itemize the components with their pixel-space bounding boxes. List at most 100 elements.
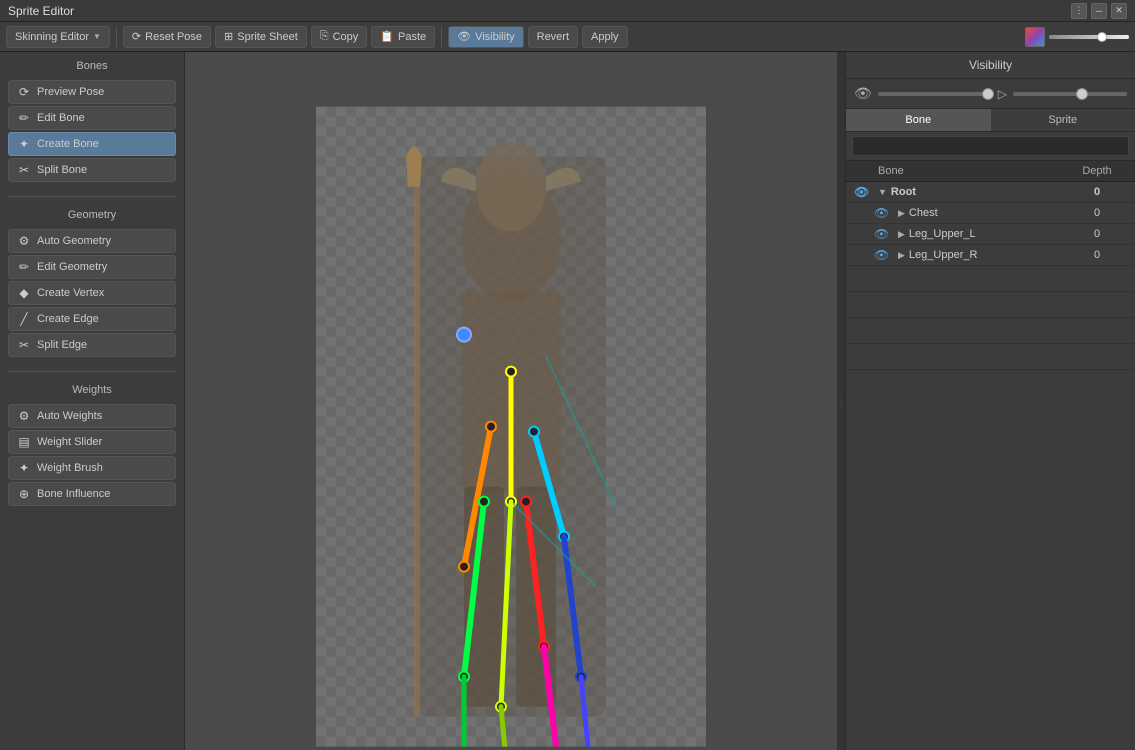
visibility-button[interactable]: 👁 Visibility bbox=[448, 26, 524, 48]
apply-button[interactable]: Apply bbox=[582, 26, 628, 48]
reset-pose-button[interactable]: ⟳ Reset Pose bbox=[123, 26, 211, 48]
sprite-sheet-icon: ⊞ bbox=[224, 30, 233, 43]
create-vertex-icon: ◆ bbox=[17, 286, 31, 300]
bone-row-empty-1 bbox=[846, 266, 1135, 292]
weight-slider-button[interactable]: ▤ Weight Slider bbox=[8, 430, 176, 454]
minimize-button[interactable]: ─ bbox=[1091, 3, 1107, 19]
toolbar-slider[interactable] bbox=[1049, 35, 1129, 39]
dropdown-arrow-icon: ▼ bbox=[93, 32, 101, 41]
divider-1 bbox=[8, 196, 176, 197]
bone-influence-label: Bone Influence bbox=[37, 488, 110, 500]
edit-bone-label: Edit Bone bbox=[37, 112, 85, 124]
reset-pose-icon: ⟳ bbox=[132, 30, 141, 43]
divider-2 bbox=[8, 371, 176, 372]
bone-depth-leg-upper-r: 0 bbox=[1067, 249, 1127, 261]
eye-toggle-root[interactable]: 👁 bbox=[854, 185, 878, 199]
bone-row-leg-upper-l[interactable]: 👁 ▶ Leg_Upper_L 0 bbox=[846, 224, 1135, 245]
bone-row-empty-2 bbox=[846, 292, 1135, 318]
eye-toggle-leg-upper-r[interactable]: 👁 bbox=[874, 248, 898, 262]
right-panel: Visibility 👁 ▷ Bone Sprite bbox=[845, 52, 1135, 750]
paste-icon: 📋 bbox=[380, 30, 394, 43]
bone-depth-leg-upper-l: 0 bbox=[1067, 228, 1127, 240]
preview-pose-icon: ⟳ bbox=[17, 85, 31, 99]
bone-row-empty-3 bbox=[846, 318, 1135, 344]
toolbar: Skinning Editor ▼ ⟳ Reset Pose ⊞ Sprite … bbox=[0, 22, 1135, 52]
edit-geometry-label: Edit Geometry bbox=[37, 261, 107, 273]
edit-bone-icon: ✏ bbox=[17, 111, 31, 125]
separator-2 bbox=[441, 27, 442, 47]
close-button[interactable]: ✕ bbox=[1111, 3, 1127, 19]
slider-thumb[interactable] bbox=[1097, 32, 1107, 42]
skinning-editor-dropdown[interactable]: Skinning Editor ▼ bbox=[6, 26, 110, 48]
create-bone-label: Create Bone bbox=[37, 138, 99, 150]
copy-button[interactable]: ⎘ Copy bbox=[311, 26, 368, 48]
bone-overlay-svg bbox=[316, 107, 706, 747]
create-edge-label: Create Edge bbox=[37, 313, 99, 325]
auto-geometry-button[interactable]: ⚙ Auto Geometry bbox=[8, 229, 176, 253]
copy-icon: ⎘ bbox=[320, 30, 329, 43]
edit-geometry-button[interactable]: ✏ Edit Geometry bbox=[8, 255, 176, 279]
more-button[interactable]: ⋮ bbox=[1071, 3, 1087, 19]
bone-row-chest[interactable]: 👁 ▶ Chest 0 bbox=[846, 203, 1135, 224]
bone-table: Bone Depth 👁 ▼ Root 0 👁 ▶ Chest 0 bbox=[846, 161, 1135, 750]
create-edge-button[interactable]: ╱ Create Edge bbox=[8, 307, 176, 331]
auto-weights-icon: ⚙ bbox=[17, 409, 31, 423]
create-edge-icon: ╱ bbox=[17, 312, 31, 326]
create-bone-icon: ✦ bbox=[17, 137, 31, 151]
eye-toggle-leg-upper-l[interactable]: 👁 bbox=[874, 227, 898, 241]
weight-brush-icon: ✦ bbox=[17, 461, 31, 475]
edit-bone-button[interactable]: ✏ Edit Bone bbox=[8, 106, 176, 130]
bone-row-root[interactable]: 👁 ▼ Root 0 bbox=[846, 182, 1135, 203]
title-bar: Sprite Editor ⋮ ─ ✕ bbox=[0, 0, 1135, 22]
preview-pose-button[interactable]: ⟳ Preview Pose bbox=[8, 80, 176, 104]
tab-sprite[interactable]: Sprite bbox=[991, 109, 1135, 131]
title-bar-controls: ⋮ ─ ✕ bbox=[1071, 3, 1127, 19]
sprite-vis-slider[interactable] bbox=[1013, 92, 1127, 96]
bone-vis-slider[interactable] bbox=[878, 92, 992, 96]
canvas-area[interactable] bbox=[185, 52, 837, 750]
weight-brush-label: Weight Brush bbox=[37, 462, 103, 474]
skinning-editor-label: Skinning Editor bbox=[15, 31, 89, 43]
bone-vis-slider-thumb[interactable] bbox=[982, 88, 994, 100]
arrow-icon: ▷ bbox=[998, 87, 1007, 101]
sprite-canvas bbox=[316, 107, 706, 747]
bone-name-chest: ▶ Chest bbox=[898, 207, 1067, 219]
auto-geometry-icon: ⚙ bbox=[17, 234, 31, 248]
weights-section-title: Weights bbox=[8, 384, 176, 398]
bone-influence-icon: ⊕ bbox=[17, 487, 31, 501]
revert-button[interactable]: Revert bbox=[528, 26, 578, 48]
weight-slider-label: Weight Slider bbox=[37, 436, 102, 448]
slider-track bbox=[1049, 35, 1129, 39]
search-input[interactable] bbox=[852, 136, 1129, 156]
bone-name-root: ▼ Root bbox=[878, 186, 1067, 198]
expand-arrow-chest[interactable]: ▶ bbox=[898, 208, 905, 219]
expand-arrow-leg-upper-r[interactable]: ▶ bbox=[898, 250, 905, 261]
sprite-vis-slider-thumb[interactable] bbox=[1076, 88, 1088, 100]
bone-row-leg-upper-r[interactable]: 👁 ▶ Leg_Upper_R 0 bbox=[846, 245, 1135, 266]
title-bar-text: Sprite Editor bbox=[8, 4, 74, 18]
auto-weights-label: Auto Weights bbox=[37, 410, 102, 422]
split-bone-button[interactable]: ✂ Split Bone bbox=[8, 158, 176, 182]
split-edge-icon: ✂ bbox=[17, 338, 31, 352]
geometry-section-title: Geometry bbox=[8, 209, 176, 223]
create-bone-button[interactable]: ✦ Create Bone bbox=[8, 132, 176, 156]
create-vertex-button[interactable]: ◆ Create Vertex bbox=[8, 281, 176, 305]
expand-arrow-leg-upper-l[interactable]: ▶ bbox=[898, 229, 905, 240]
bone-influence-button[interactable]: ⊕ Bone Influence bbox=[8, 482, 176, 506]
paste-button[interactable]: 📋 Paste bbox=[371, 26, 435, 48]
tab-bone[interactable]: Bone bbox=[846, 109, 991, 131]
expand-arrow-root[interactable]: ▼ bbox=[878, 187, 887, 197]
collapse-handle[interactable]: ⋮ bbox=[837, 52, 845, 750]
left-panel: Bones ⟳ Preview Pose ✏ Edit Bone ✦ Creat… bbox=[0, 52, 185, 750]
eye-toggle-chest[interactable]: 👁 bbox=[874, 206, 898, 220]
edit-geometry-icon: ✏ bbox=[17, 260, 31, 274]
color-swatch[interactable] bbox=[1025, 27, 1045, 47]
col-depth-header: Depth bbox=[1067, 165, 1127, 177]
visibility-tabs: Bone Sprite bbox=[846, 109, 1135, 132]
auto-weights-button[interactable]: ⚙ Auto Weights bbox=[8, 404, 176, 428]
split-edge-button[interactable]: ✂ Split Edge bbox=[8, 333, 176, 357]
main-area: Bones ⟳ Preview Pose ✏ Edit Bone ✦ Creat… bbox=[0, 52, 1135, 750]
weight-brush-button[interactable]: ✦ Weight Brush bbox=[8, 456, 176, 480]
sprite-sheet-button[interactable]: ⊞ Sprite Sheet bbox=[215, 26, 307, 48]
search-bar bbox=[846, 132, 1135, 161]
